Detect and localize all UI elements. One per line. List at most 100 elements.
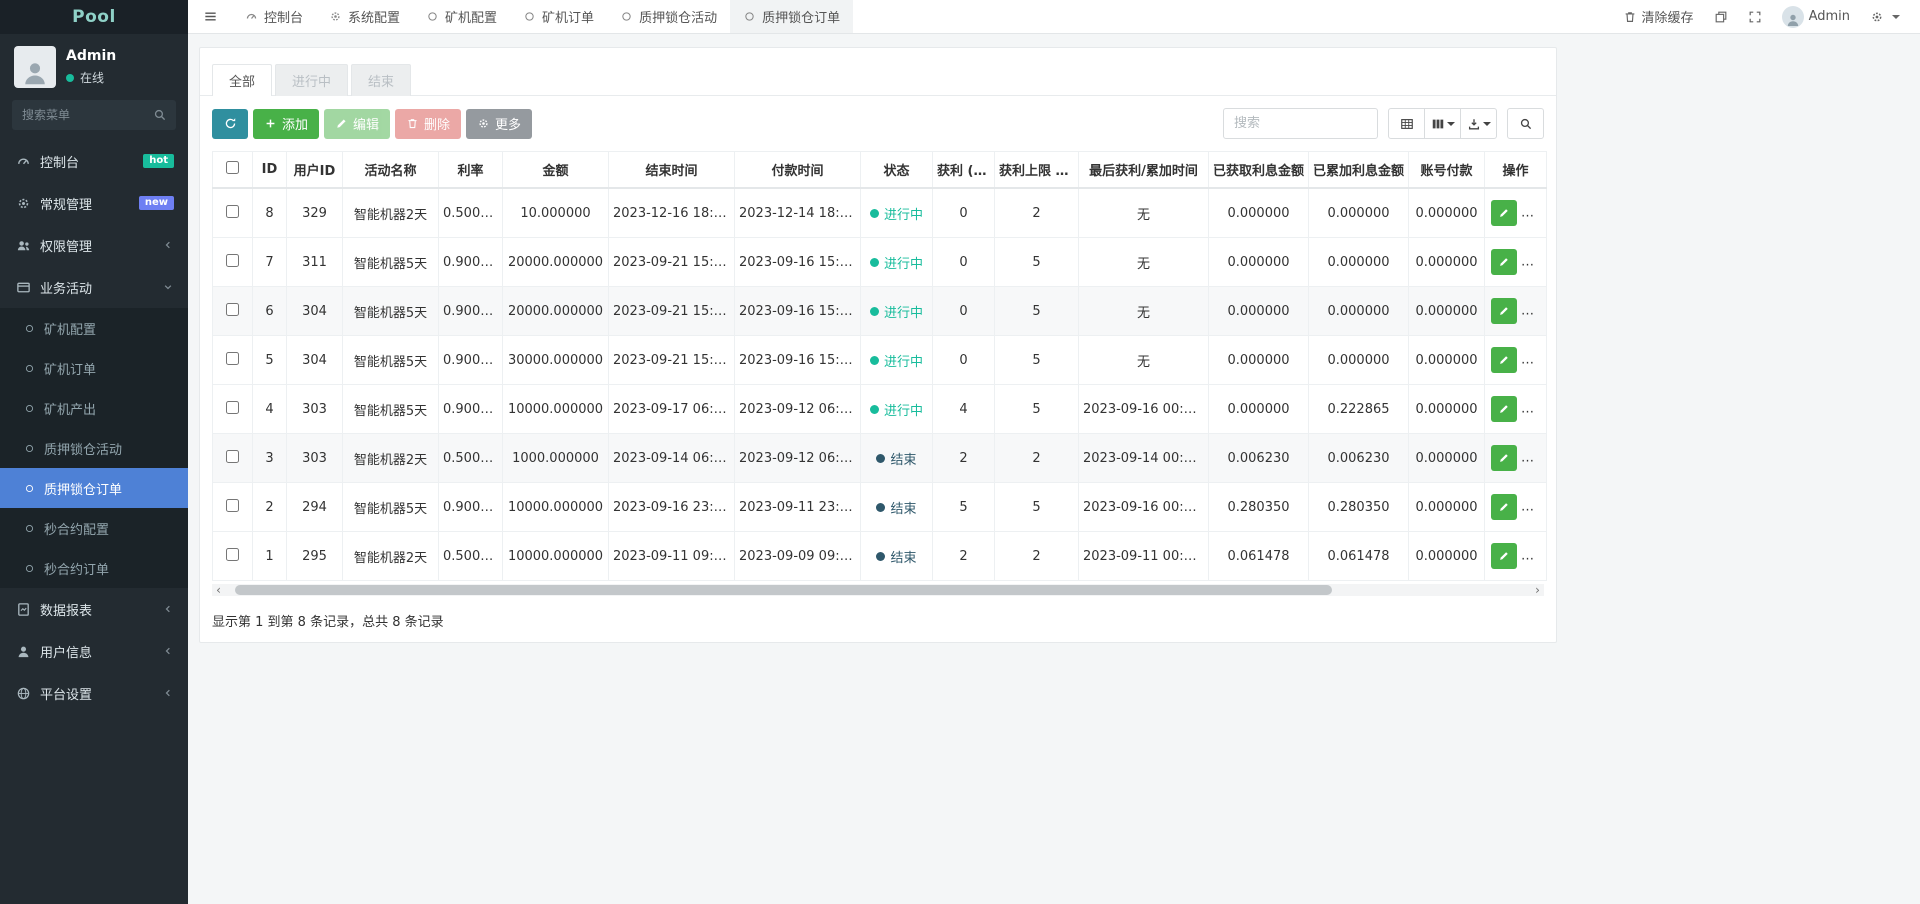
col-actions[interactable]: 操作: [1484, 151, 1547, 189]
fullscreen-button[interactable]: [1738, 0, 1772, 33]
cell-checkbox: [212, 531, 253, 581]
sidebar-subitem-miner-config[interactable]: 矿机配置: [0, 308, 188, 348]
export-button[interactable]: [1460, 108, 1497, 139]
col-last_time[interactable]: 最后获利/累加时间: [1078, 151, 1209, 189]
clear-cache-button[interactable]: 清除缓存: [1613, 0, 1704, 33]
sidebar-item-general[interactable]: 常规管理 new: [0, 182, 188, 224]
tab-running[interactable]: 进行中: [275, 64, 349, 96]
sidebar-item-dashboard[interactable]: 控制台 hot: [0, 140, 188, 182]
cell-status: 进行中: [860, 286, 933, 336]
cell-interest-acc: 0.006230: [1308, 433, 1409, 483]
sidebar-item-platform[interactable]: 平台设置: [0, 672, 188, 714]
cell-interest-acc: 0.000000: [1308, 286, 1409, 336]
status-dot-icon: [876, 453, 886, 463]
row-edit-button[interactable]: [1491, 494, 1517, 520]
sidebar-subitem-miner-output[interactable]: 矿机产出: [0, 388, 188, 428]
row-checkbox[interactable]: [226, 400, 239, 414]
cell-uid: 294: [286, 482, 343, 532]
topnav-tab-dashboard[interactable]: 控制台: [232, 0, 316, 33]
scrollbar-thumb[interactable]: [235, 585, 1333, 595]
col-profit_days[interactable]: 获利 (天): [932, 151, 995, 189]
row-edit-button[interactable]: [1491, 543, 1517, 569]
sidebar-item-auth[interactable]: 权限管理: [0, 224, 188, 266]
cell-interest-got: 0.000000: [1208, 384, 1309, 434]
row-checkbox[interactable]: [226, 204, 239, 218]
col-interest_got[interactable]: 已获取利息金额: [1208, 151, 1309, 189]
row-checkbox[interactable]: [226, 498, 239, 512]
status-badge: 进行中: [869, 253, 923, 272]
col-rate[interactable]: 利率: [438, 151, 503, 189]
topnav-tab-miner-order[interactable]: 矿机订单: [510, 0, 607, 33]
topnav-tab-pledge-order[interactable]: 质押锁仓订单: [730, 0, 854, 33]
col-account_pay[interactable]: 账号付款: [1408, 151, 1485, 189]
cell-uid: 329: [286, 187, 343, 238]
sidebar-subitem-miner-order[interactable]: 矿机订单: [0, 348, 188, 388]
add-button[interactable]: 添加: [253, 108, 320, 139]
col-id[interactable]: ID: [252, 151, 287, 189]
cell-rate: 0.900000: [438, 237, 503, 287]
delete-button[interactable]: 删除: [395, 108, 462, 139]
sidebar-item-userinfo[interactable]: 用户信息: [0, 630, 188, 672]
settings-menu[interactable]: [1860, 0, 1910, 33]
cell-end-time: 2023-09-21 15:07:12: [608, 286, 735, 336]
edit-button[interactable]: 编辑: [324, 108, 391, 139]
refresh-button[interactable]: [212, 108, 248, 139]
sidebar-toggle-button[interactable]: [188, 0, 232, 33]
columns-button[interactable]: [1424, 108, 1461, 139]
row-edit-button[interactable]: [1491, 298, 1517, 324]
toggle-view-button[interactable]: [1388, 108, 1425, 139]
col-status[interactable]: 状态: [860, 151, 933, 189]
sidebar-item-report[interactable]: 数据报表: [0, 588, 188, 630]
circle-icon: [622, 12, 631, 21]
row-edit-button[interactable]: [1491, 347, 1517, 373]
more-button[interactable]: 更多: [466, 108, 533, 139]
sidebar-subitem-pledge-activity[interactable]: 质押锁仓活动: [0, 428, 188, 468]
col-end_time[interactable]: 结束时间: [608, 151, 735, 189]
sidebar-item-log[interactable]: 日志: [0, 890, 188, 904]
col-activity[interactable]: 活动名称: [342, 151, 439, 189]
sidebar-subitem-seconds-order[interactable]: 秒合约订单: [0, 548, 188, 588]
cell-amount: 20000.000000: [502, 286, 609, 336]
row-edit-button[interactable]: [1491, 200, 1517, 226]
row-edit-button[interactable]: [1491, 396, 1517, 422]
row-checkbox[interactable]: [226, 547, 239, 561]
advanced-search-button[interactable]: [1507, 108, 1544, 139]
col-uid[interactable]: 用户ID: [286, 151, 343, 189]
sidebar-subitem-pledge-order[interactable]: 质押锁仓订单: [0, 468, 188, 508]
topnav-tab-system-config[interactable]: 系统配置: [316, 0, 413, 33]
row-edit-button[interactable]: [1491, 249, 1517, 275]
row-checkbox[interactable]: [226, 253, 239, 267]
scroll-right-arrow[interactable]: ›: [1531, 584, 1544, 596]
row-edit-button[interactable]: [1491, 445, 1517, 471]
col-interest_acc[interactable]: 已累加利息金额: [1308, 151, 1409, 189]
pencil-icon: [1500, 258, 1508, 266]
scrollbar-track[interactable]: [225, 584, 1531, 596]
row-checkbox[interactable]: [226, 302, 239, 316]
tab-all[interactable]: 全部: [212, 64, 273, 96]
col-pay_time[interactable]: 付款时间: [734, 151, 861, 189]
sidebar-item-business[interactable]: 业务活动: [0, 266, 188, 308]
profile-menu[interactable]: Admin: [1772, 0, 1860, 33]
sidebar-subitem-seconds-config[interactable]: 秒合约配置: [0, 508, 188, 548]
row-checkbox[interactable]: [226, 351, 239, 365]
tab-ended[interactable]: 结束: [351, 64, 412, 96]
search-icon: [154, 109, 166, 121]
scroll-left-arrow[interactable]: ‹: [212, 584, 225, 596]
col-profit_limit[interactable]: 获利上限 (天): [994, 151, 1079, 189]
table-row: 8 329 智能机器2天 0.500000 10.000000 2023-12-16 18…: [212, 187, 1547, 238]
status-badge: 进行中: [869, 400, 923, 419]
sidebar-search-input[interactable]: [12, 100, 176, 130]
cell-rate: 0.500000: [438, 187, 503, 238]
topnav-tab-pledge-activity[interactable]: 质押锁仓活动: [607, 0, 730, 33]
table-search-input[interactable]: [1223, 108, 1378, 139]
topnav-tabs: 控制台 系统配置 矿机配置 矿机订单 质押锁仓活动 质押锁仓订单: [232, 0, 854, 33]
cell-interest-got: 0.000000: [1208, 237, 1309, 287]
circle-icon: [25, 324, 34, 332]
multi-window-button[interactable]: [1704, 0, 1738, 33]
col-amount[interactable]: 金额: [502, 151, 609, 189]
select-all-checkbox[interactable]: [226, 161, 239, 174]
topnav-tab-miner-config[interactable]: 矿机配置: [413, 0, 510, 33]
app-logo[interactable]: Pool: [0, 0, 188, 34]
row-checkbox[interactable]: [226, 449, 239, 463]
cell-amount: 10.000000: [502, 187, 609, 238]
